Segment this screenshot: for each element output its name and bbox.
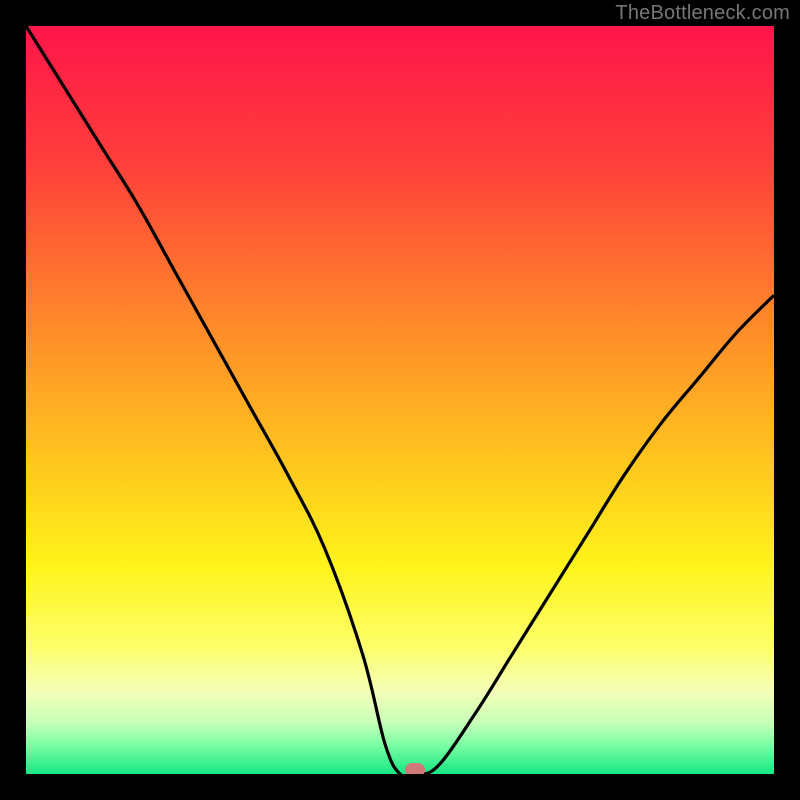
plot-area bbox=[26, 26, 774, 774]
chart-frame: TheBottleneck.com bbox=[0, 0, 800, 800]
attribution-label: TheBottleneck.com bbox=[615, 2, 790, 25]
optimum-marker bbox=[405, 763, 425, 774]
gradient-background bbox=[26, 26, 774, 774]
plot-svg bbox=[26, 26, 774, 774]
